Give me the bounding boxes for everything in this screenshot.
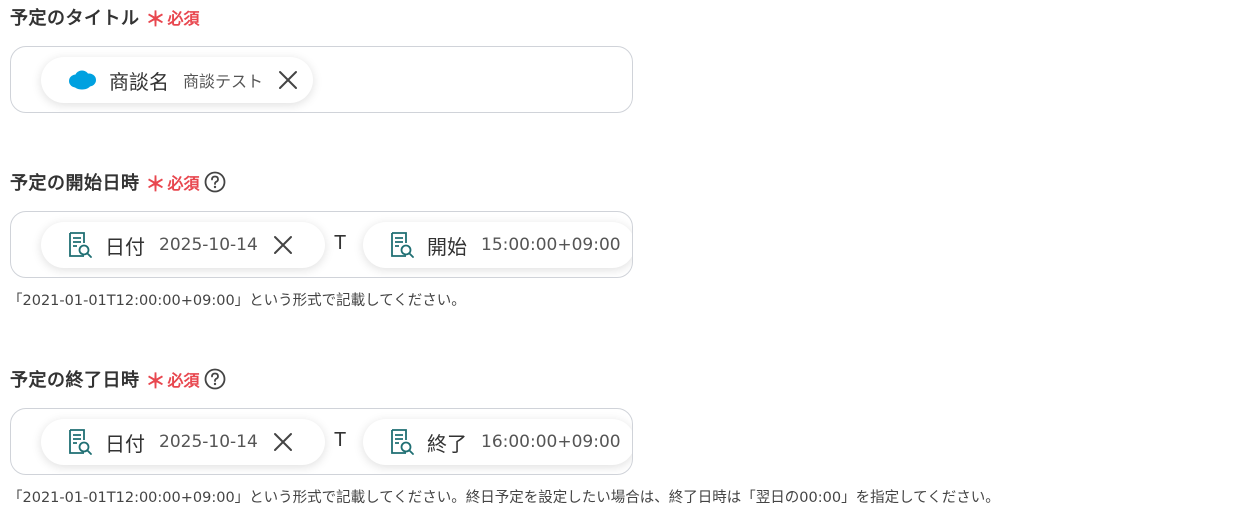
field-label: 予定のタイトル [10,8,140,29]
document-search-icon [389,231,415,259]
variable-chip[interactable]: 商談名 商談テスト [41,57,314,103]
title-input-field[interactable]: 商談名 商談テスト [10,46,633,113]
required-asterisk: ＊ [145,172,166,196]
start-datetime-hint: 「2021-01-01T12:00:00+09:00」という形式で記載してくださ… [8,293,466,309]
document-search-icon [67,428,93,456]
variable-chip[interactable]: 日付 2025-10-14 [41,419,325,465]
chip-label: 日付 [105,431,145,456]
end-datetime-section: 予定の終了日時 ＊ 必須 日付 2025-10-14 T 終了 16:00:00… [10,367,1237,475]
start-datetime-label-row: 予定の開始日時 ＊ 必須 [10,170,1237,194]
start-datetime-section: 予定の開始日時 ＊ 必須 日付 2025-10-14 T 開始 15:00:00… [10,170,1237,278]
chip-value: 2025-10-14 [159,432,258,452]
question-circle-icon[interactable] [204,171,226,193]
variable-chip[interactable]: 終了 16:00:00+09:00 [363,419,632,465]
close-icon[interactable] [277,69,299,91]
close-icon[interactable] [272,431,294,453]
chip-value: 15:00:00+09:00 [481,235,621,255]
chip-value: 商談テスト [183,72,264,91]
end-datetime-label-row: 予定の終了日時 ＊ 必須 [10,367,1237,391]
salesforce-cloud-icon [67,69,97,91]
chip-value: 16:00:00+09:00 [481,432,621,452]
chip-label: 終了 [427,431,467,456]
separator-text: T [334,429,347,451]
close-icon[interactable] [272,234,294,256]
chip-label: 日付 [105,234,145,259]
chip-label: 商談名 [109,69,169,94]
field-label: 予定の終了日時 [10,370,140,391]
required-text: 必須 [167,174,200,193]
chip-value: 2025-10-14 [159,235,258,255]
start-datetime-input-field[interactable]: 日付 2025-10-14 T 開始 15:00:00+09:00 [10,211,633,278]
required-asterisk: ＊ [145,7,166,31]
field-label: 予定の開始日時 [10,173,140,194]
title-field-section: 予定のタイトル ＊ 必須 商談名 商談テスト [10,5,1237,113]
required-text: 必須 [167,371,200,390]
title-field-label-row: 予定のタイトル ＊ 必須 [10,5,1237,29]
document-search-icon [389,428,415,456]
document-search-icon [67,231,93,259]
separator-text: T [334,232,347,254]
end-datetime-hint: 「2021-01-01T12:00:00+09:00」という形式で記載してくださ… [8,490,1000,506]
question-circle-icon[interactable] [204,368,226,390]
variable-chip[interactable]: 日付 2025-10-14 [41,222,325,268]
variable-chip[interactable]: 開始 15:00:00+09:00 [363,222,632,268]
required-asterisk: ＊ [145,369,166,393]
required-text: 必須 [167,9,200,28]
chip-label: 開始 [427,234,467,259]
end-datetime-input-field[interactable]: 日付 2025-10-14 T 終了 16:00:00+09:00 [10,408,633,475]
